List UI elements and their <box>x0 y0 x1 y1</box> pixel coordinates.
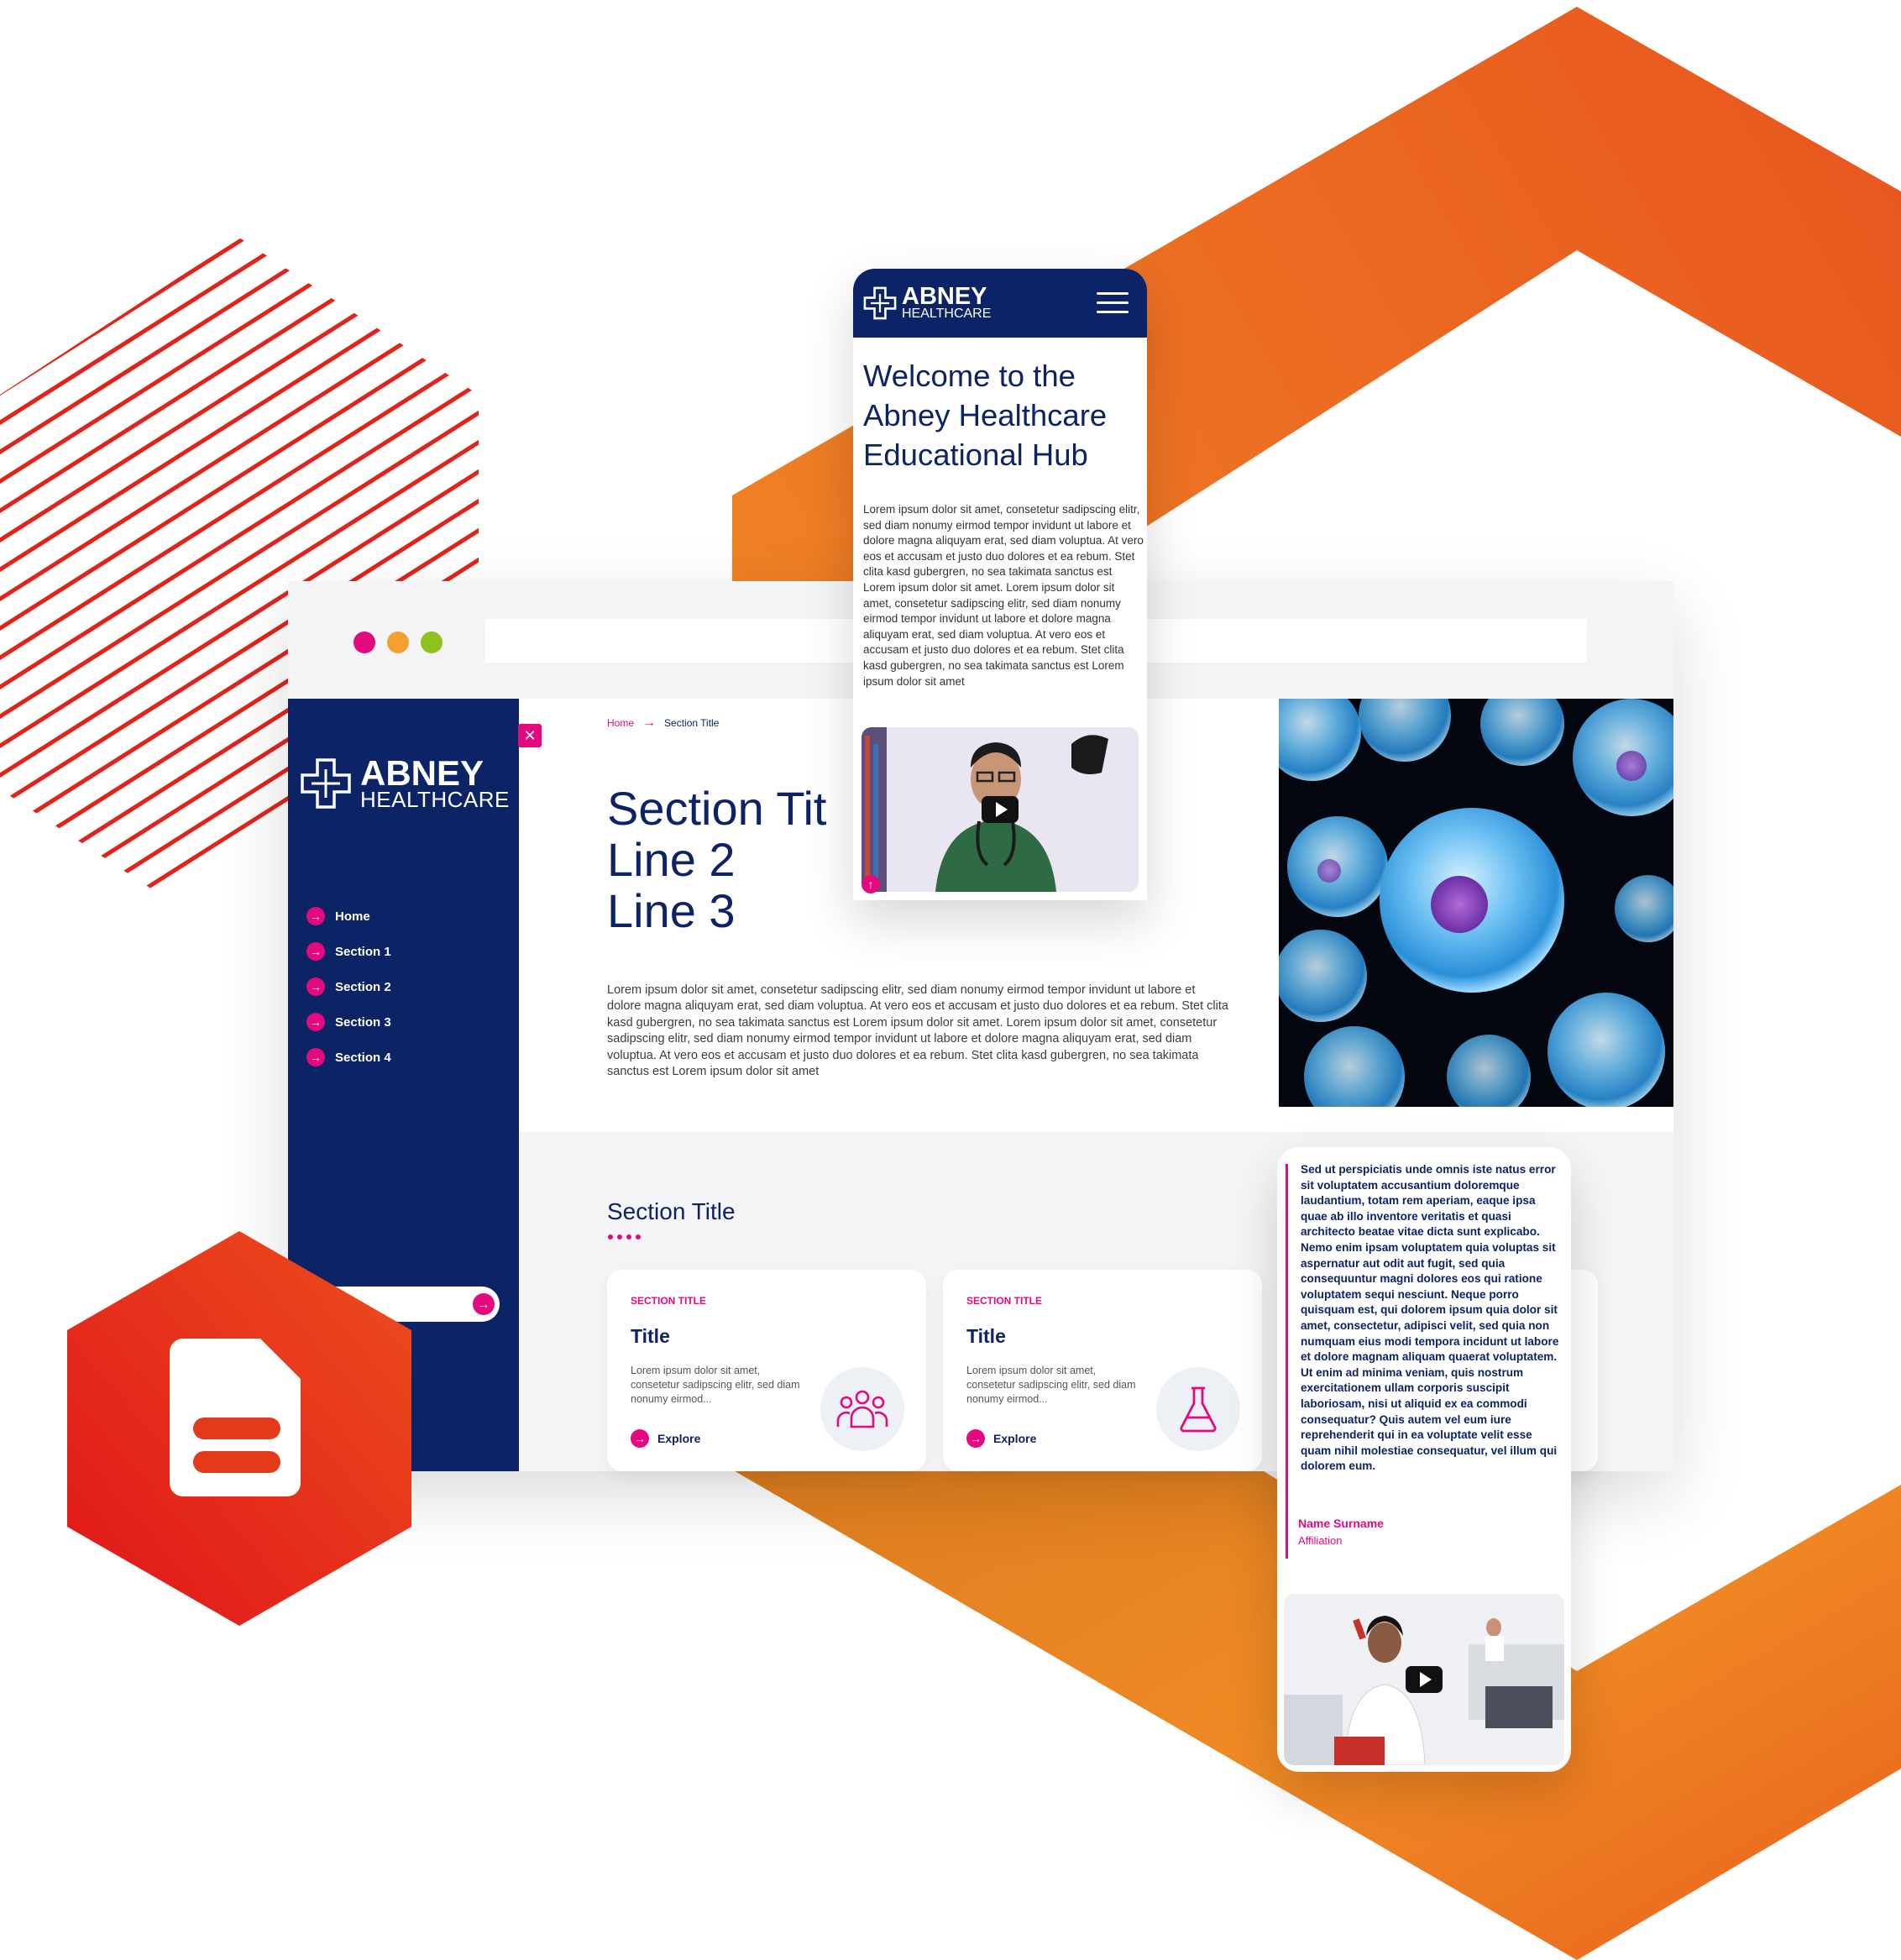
arrow-right-icon: → <box>306 942 325 961</box>
breadcrumb-arrow-icon: → <box>642 715 657 730</box>
card-explore-label: Explore <box>657 1432 701 1445</box>
arrow-right-icon: → <box>306 1013 325 1031</box>
search-submit-arrow-icon[interactable]: → <box>473 1293 495 1315</box>
card-body: Lorem ipsum dolor sit amet, consetetur s… <box>966 1365 1136 1405</box>
quote-accent-bar <box>1286 1164 1288 1559</box>
testimonial-name: Name Surname <box>1298 1517 1384 1530</box>
testimonial-affiliation: Affiliation <box>1298 1534 1343 1547</box>
play-icon[interactable] <box>1406 1666 1443 1693</box>
sidebar-item-home[interactable]: → Home <box>306 899 391 934</box>
cross-logo-icon <box>301 758 351 809</box>
arrow-right-icon: → <box>966 1429 985 1448</box>
brand-subtitle: HEALTHCARE <box>360 787 510 812</box>
card-kicker: SECTION TITLE <box>631 1295 706 1307</box>
hero-title-line-3: Line 3 <box>607 884 736 937</box>
card-title: Title <box>631 1325 670 1347</box>
window-maximize-dot[interactable] <box>421 631 443 653</box>
hero-title-line-2: Line 2 <box>607 833 736 886</box>
window-close-dot[interactable] <box>353 631 375 653</box>
cells-microscopy-image <box>1279 699 1673 1107</box>
mobile-title-line-3: Educational Hub <box>863 438 1088 472</box>
arrow-right-icon: → <box>631 1429 649 1448</box>
sidebar-nav: → Home → Section 1 → Section 2 → Section 3 →… <box>306 899 391 1075</box>
section-two-title: Section Title <box>607 1198 736 1224</box>
arrow-right-icon: → <box>306 907 325 925</box>
flask-icon <box>1156 1367 1240 1451</box>
mobile-brand-subtitle: HEALTHCARE <box>902 307 992 321</box>
brand-name: ABNEY <box>360 753 484 793</box>
sidebar-item-label: Section 4 <box>335 1050 391 1065</box>
arrow-up-icon[interactable]: ↑ <box>861 875 880 894</box>
mobile-title-line-1: Welcome to the <box>863 359 1076 393</box>
card-explore-label: Explore <box>993 1432 1037 1445</box>
hero-title-line-1: Section Tit <box>607 782 827 835</box>
card-body: Lorem ipsum dolor sit amet, consetetur s… <box>631 1365 800 1405</box>
mobile-welcome-mockup: ABNEY HEALTHCARE Welcome to the Abney He… <box>853 269 1147 900</box>
hero-body-text: Lorem ipsum dolor sit amet, consetetur s… <box>607 983 1228 1079</box>
document-icon <box>170 1339 301 1496</box>
hero-title: Section Tit Line 2 Line 3 <box>607 783 826 936</box>
sidebar-item-section-4[interactable]: → Section 4 <box>306 1040 391 1075</box>
arrow-right-icon: → <box>306 1048 325 1066</box>
close-sidebar-icon[interactable]: ✕ <box>518 724 542 747</box>
card-kicker: SECTION TITLE <box>966 1295 1042 1307</box>
sidebar-item-section-1[interactable]: → Section 1 <box>306 934 391 969</box>
card-explore-link[interactable]: → Explore <box>966 1429 1036 1448</box>
sidebar-item-label: Home <box>335 909 370 924</box>
sidebar-item-label: Section 1 <box>335 944 391 959</box>
mobile-hero-title: Welcome to the Abney Healthcare Educatio… <box>863 356 1145 474</box>
mobile-brand-name: ABNEY <box>902 283 987 310</box>
card-explore-link[interactable]: → Explore <box>631 1429 700 1448</box>
window-minimize-dot[interactable] <box>387 631 409 653</box>
play-icon[interactable] <box>982 796 1019 823</box>
title-underline-dots <box>608 1234 641 1239</box>
feature-card-1[interactable]: SECTION TITLE Title Lorem ipsum dolor si… <box>607 1270 926 1471</box>
brand-logo[interactable]: ABNEY HEALTHCARE <box>300 753 510 812</box>
sidebar-item-section-3[interactable]: → Section 3 <box>306 1004 391 1040</box>
mobile-testimonial-mockup: Sed ut perspiciatis unde omnis iste natu… <box>1277 1147 1571 1772</box>
cross-logo-icon <box>863 286 897 320</box>
arrow-right-icon: → <box>306 977 325 996</box>
breadcrumb-current: Section Title <box>664 717 720 729</box>
testimonial-quote: Sed ut perspiciatis unde omnis iste natu… <box>1301 1163 1559 1473</box>
mobile-brand-logo[interactable]: ABNEY HEALTHCARE <box>863 283 992 321</box>
document-badge <box>67 1231 411 1626</box>
feature-card-2[interactable]: SECTION TITLE Title Lorem ipsum dolor si… <box>943 1270 1262 1471</box>
lab-video-thumbnail[interactable] <box>1284 1594 1564 1765</box>
sidebar-item-label: Section 3 <box>335 1014 391 1030</box>
hamburger-menu-icon[interactable] <box>1097 292 1129 320</box>
doctor-video-thumbnail[interactable] <box>861 727 1139 892</box>
mobile-header: ABNEY HEALTHCARE <box>853 269 1147 338</box>
breadcrumb-home-link[interactable]: Home <box>607 717 634 729</box>
sidebar-item-label: Section 2 <box>335 979 391 994</box>
sidebar-item-section-2[interactable]: → Section 2 <box>306 969 391 1004</box>
mobile-body-text: Lorem ipsum dolor sit amet, consetetur s… <box>863 503 1144 688</box>
breadcrumb: Home → Section Title <box>607 715 719 731</box>
card-title: Title <box>966 1325 1006 1347</box>
people-group-icon <box>820 1367 904 1451</box>
mobile-title-line-2: Abney Healthcare <box>863 398 1108 432</box>
